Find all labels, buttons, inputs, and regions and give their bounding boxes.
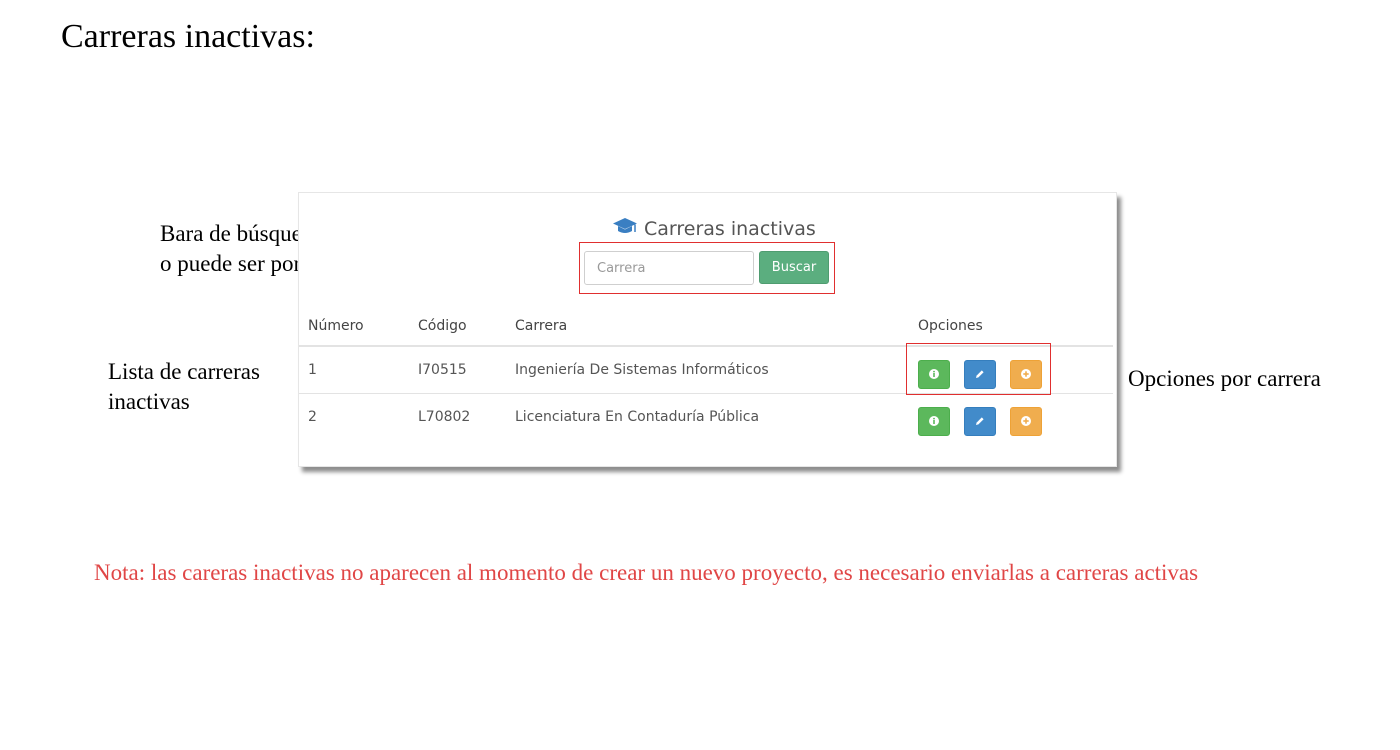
cell-codigo: L70802 [418, 409, 471, 425]
search-input[interactable] [584, 251, 754, 285]
cell-opciones [909, 394, 1113, 441]
edit-button[interactable] [964, 406, 996, 436]
panel-title: Carreras inactivas [612, 216, 816, 241]
options-annotation: Opciones por carrera [1128, 366, 1321, 391]
header-opciones: Opciones [909, 307, 1113, 347]
options-highlight-box [906, 343, 1051, 395]
pencil-icon [975, 414, 985, 429]
cell-numero: 1 [299, 346, 409, 394]
header-carrera: Carrera [506, 307, 909, 347]
info-icon [929, 414, 939, 429]
search-button[interactable]: Buscar [759, 251, 829, 284]
list-annotation-line2: inactivas [108, 389, 190, 414]
table-header-row: Número Código Carrera Opciones [299, 307, 1113, 347]
cell-carrera: Ingeniería De Sistemas Informáticos [506, 346, 909, 394]
careers-panel: Carreras inactivas Buscar Número Código … [298, 192, 1117, 467]
cell-carrera: Licenciatura En Contaduría Pública [515, 409, 760, 425]
document-title: Carreras inactivas: [61, 18, 315, 55]
row-options [918, 406, 1113, 436]
list-annotation: Lista de carreras inactivas [108, 357, 260, 417]
graduation-cap-icon [612, 216, 638, 241]
activate-button[interactable] [1010, 406, 1042, 436]
note-text: Nota: las careras inactivas no aparecen … [94, 560, 1199, 585]
panel-title-text: Carreras inactivas [644, 217, 816, 240]
table-row: 2 L70802 Licenciatura En Contaduría Públ… [299, 394, 1113, 441]
cell-numero: 2 [308, 409, 317, 425]
cell-codigo: I70515 [409, 346, 506, 394]
info-button[interactable] [918, 406, 950, 436]
plus-circle-icon [1021, 414, 1031, 429]
list-annotation-line1: Lista de carreras [108, 359, 260, 384]
header-numero: Número [299, 307, 409, 347]
header-codigo: Código [409, 307, 506, 347]
